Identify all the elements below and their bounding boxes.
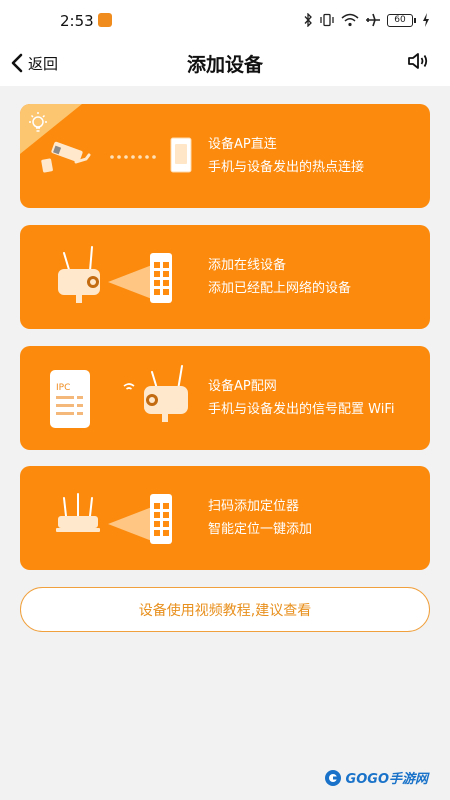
video-tutorial-button[interactable]: 设备使用视频教程,建议查看 (20, 587, 430, 632)
ipc-label: IPC (56, 383, 70, 393)
watermark: GOGO手游网 (323, 768, 428, 787)
card-scan-locator[interactable]: 扫码添加定位器 智能定位一键添加 (20, 466, 430, 570)
camera-icon (41, 141, 91, 173)
camera-icon (144, 365, 188, 422)
corner-ribbon (20, 104, 82, 154)
video-tutorial-label: 设备使用视频教程,建议查看 (138, 602, 312, 619)
card-title: 设备AP配网 (208, 378, 277, 394)
nav-bar: 返回 添加设备 (0, 40, 450, 86)
back-label: 返回 (28, 54, 59, 73)
notification-icon (98, 13, 112, 27)
card-description: 手机与设备发出的信号配置 WiFi (208, 401, 395, 417)
phone-icon (170, 137, 192, 173)
airplane-icon (366, 13, 380, 27)
card-ap-direct[interactable]: 设备AP直连 手机与设备发出的热点连接 (20, 104, 430, 208)
status-bar: 2:53 60 (0, 0, 450, 40)
card-title: 扫码添加定位器 (208, 498, 300, 514)
battery-indicator: 60 (387, 13, 416, 27)
back-button[interactable]: 返回 (10, 48, 58, 78)
camera-icon (58, 246, 100, 303)
voice-button[interactable] (406, 50, 430, 76)
page-title: 添加设备 (186, 54, 263, 76)
router-icon (56, 493, 100, 532)
status-time: 2:53 (60, 12, 94, 30)
phone-qr-icon (150, 253, 172, 303)
dotted-connection (110, 155, 156, 159)
vibrate-icon (320, 13, 334, 27)
speaker-icon (408, 53, 428, 69)
card-add-online-device[interactable]: 添加在线设备 添加已经配上网络的设备 (20, 225, 430, 329)
card-description: 添加已经配上网络的设备 (208, 280, 352, 296)
scan-beam (108, 507, 152, 541)
card-ap-network-config[interactable]: IPC 设备AP配网 手机与设备发出的信号配置 WiFi (20, 346, 430, 450)
phone-qr-icon (150, 494, 172, 544)
scan-beam (108, 265, 152, 299)
card-description: 智能定位一键添加 (208, 521, 313, 537)
watermark-text: GOGO手游网 (345, 772, 428, 787)
charging-icon (423, 13, 429, 27)
ap-direct-illustration (20, 104, 192, 173)
status-icons: 60 (303, 10, 430, 30)
scan-locator-illustration (56, 493, 172, 544)
wifi-icon (341, 13, 359, 27)
ap-config-illustration: IPC (50, 365, 188, 428)
battery-level: 60 (387, 13, 413, 27)
phone-ipc-icon: IPC (50, 370, 90, 428)
card-title: 设备AP直连 (208, 136, 277, 152)
chevron-left-icon (11, 53, 23, 73)
card-description: 手机与设备发出的热点连接 (208, 159, 365, 175)
bluetooth-icon (304, 13, 312, 27)
wifi-signal-icon (123, 383, 135, 390)
gogo-logo-icon (324, 769, 341, 786)
card-title: 添加在线设备 (208, 257, 287, 273)
online-device-illustration (58, 246, 172, 303)
